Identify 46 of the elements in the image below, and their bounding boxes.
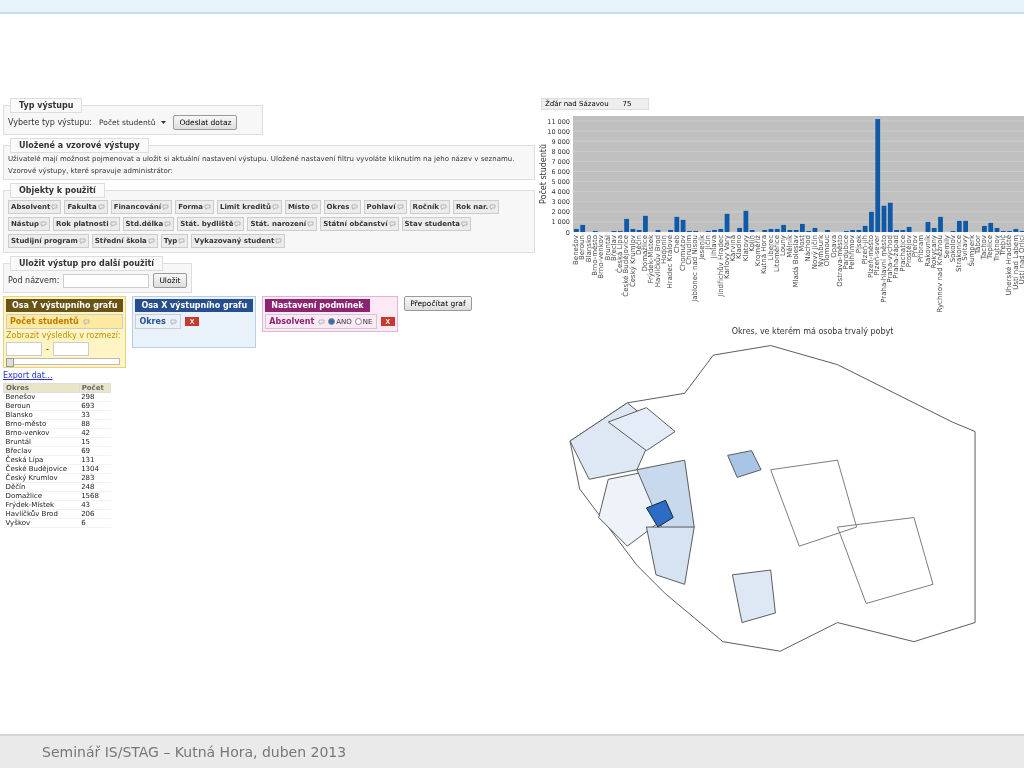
field-label: Pod názvem: xyxy=(8,276,60,285)
section-title: Typ výstupu xyxy=(10,98,83,113)
comment-icon xyxy=(97,204,105,211)
comment-icon xyxy=(203,204,211,211)
comment-icon xyxy=(40,221,48,228)
footer-text: Seminář IS/STAG – Kutná Hora, duben 2013 xyxy=(0,734,1024,768)
comment-icon xyxy=(147,238,155,245)
comment-icon xyxy=(350,204,358,211)
comment-icon xyxy=(78,238,86,245)
comment-icon xyxy=(307,221,315,228)
panel-title: Nastavení podmínek xyxy=(265,299,370,312)
caret-icon xyxy=(161,121,167,124)
name-field[interactable] xyxy=(63,273,150,288)
comment-icon xyxy=(162,204,170,211)
comment-icon xyxy=(169,318,177,325)
field-label: Vyberte typ výstupu: xyxy=(8,118,93,127)
section-title: Objekty k použití xyxy=(10,183,105,198)
comment-icon xyxy=(109,221,117,228)
comment-icon xyxy=(461,221,468,228)
slider-thumb[interactable] xyxy=(6,358,14,367)
range-label: Zobrazit výsledky v rozmezí: xyxy=(6,331,122,340)
comment-icon xyxy=(439,204,447,211)
comment-icon xyxy=(178,238,186,245)
section-title: Uložit výstup pro další použití xyxy=(10,256,163,271)
panel-title: Osa X výstupního grafu xyxy=(135,299,254,312)
axis-title: Počet studentů xyxy=(539,143,548,205)
comment-icon xyxy=(388,221,396,228)
range-separator: - xyxy=(46,344,49,354)
comment-icon xyxy=(271,204,279,211)
axis-item[interactable]: Okres xyxy=(135,314,181,329)
map-title: Okres, ve kterém má osoba trvalý pobyt xyxy=(730,327,895,336)
export-link[interactable]: Export dat... xyxy=(3,371,535,380)
comment-icon xyxy=(275,238,283,245)
section-title: Uložené a vzorové výstupy xyxy=(10,138,149,153)
comment-icon xyxy=(310,204,318,211)
comment-icon xyxy=(396,204,404,211)
comment-icon xyxy=(234,221,242,228)
range-to-field[interactable] xyxy=(52,342,89,356)
range-slider[interactable] xyxy=(6,358,120,365)
range-from-field[interactable] xyxy=(6,342,42,356)
comment-icon xyxy=(318,318,326,325)
comment-icon xyxy=(82,318,90,325)
comment-icon xyxy=(51,204,59,211)
panel-title: Osa Y výstupního grafu xyxy=(6,299,124,312)
comment-icon xyxy=(164,221,172,228)
comment-icon xyxy=(489,204,497,211)
